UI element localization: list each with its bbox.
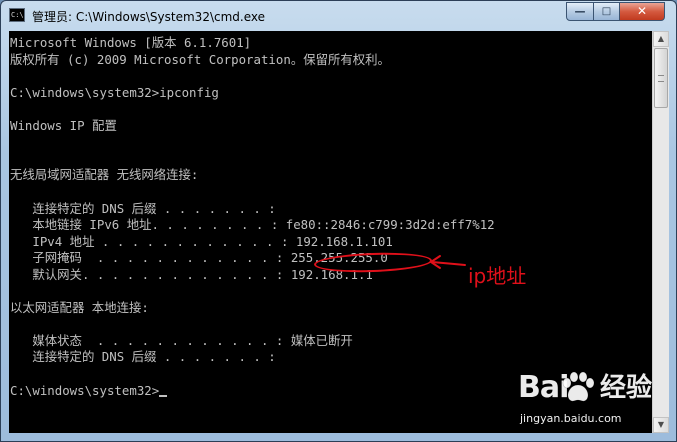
console-line: C:\windows\system32>ipconfig [10,84,219,100]
console-line: 媒体状态 . . . . . . . . . . . . : 媒体已断开 [10,332,353,348]
annotation-label: ip地址 [468,264,527,288]
console-line: 版权所有 (c) 2009 Microsoft Corporation。保留所有… [10,51,390,67]
text-cursor [159,394,168,397]
watermark-brand-suffix: 经验 [600,373,653,403]
console-line: 默认网关. . . . . . . . . . . . . : 192.168.… [10,266,373,282]
console-line: 无线局域网适配器 无线网络连接: [10,167,199,183]
watermark-url: jingyan.baidu.com [520,412,622,425]
cmd-app-icon[interactable]: C:\ [9,8,25,22]
chevron-up-icon: ▲ [657,34,665,43]
baidu-jingyan-watermark: Bai 经验 jingyan.baidu.com [518,368,668,434]
console-line: 连接特定的 DNS 后缀 . . . . . . . : [10,349,276,365]
minimize-button[interactable]: — [566,2,594,21]
console-line: 本地链接 IPv6 地址. . . . . . . . : fe80::2846… [10,217,495,233]
close-button[interactable]: ✕ [619,2,665,21]
scroll-up-button[interactable]: ▲ [653,31,669,47]
scrollbar-thumb[interactable] [654,48,668,108]
console-line: IPv4 地址 . . . . . . . . . . . . : 192.16… [10,233,393,249]
console-line: C:\windows\system32> [10,383,168,399]
console-line: 以太网适配器 本地连接: [10,299,149,315]
window-title: 管理员: C:\Windows\System32\cmd.exe [32,10,265,24]
maximize-button[interactable]: □ [593,2,620,21]
title-bar[interactable]: C:\ 管理员: C:\Windows\System32\cmd.exe — □… [1,1,676,31]
console-line: Microsoft Windows [版本 6.1.7601] [10,35,252,50]
console-line: Windows IP 配置 [10,117,117,133]
annotation-arrow-icon [430,255,466,269]
console-line: 连接特定的 DNS 后缀 . . . . . . . : [10,200,276,216]
paw-logo-icon [562,372,595,402]
